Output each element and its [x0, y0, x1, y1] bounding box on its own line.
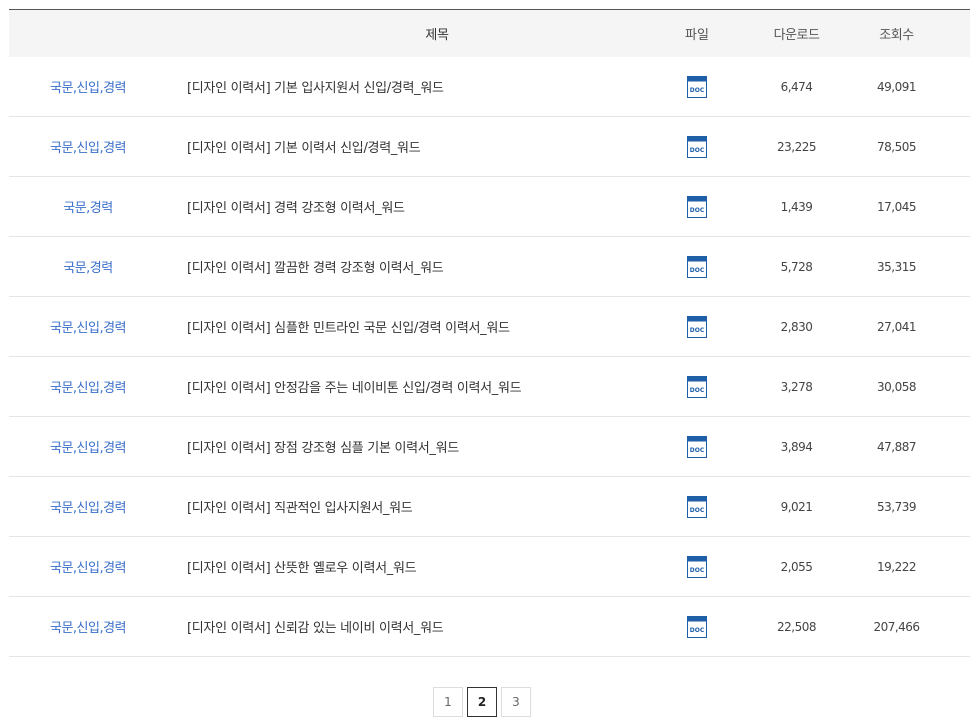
doc-file-icon[interactable]: DOC	[687, 495, 707, 518]
category-link[interactable]: 국문,신입,경력	[9, 437, 167, 456]
svg-text:DOC: DOC	[690, 507, 705, 514]
file-cell: DOC	[657, 315, 737, 338]
table-row: 국문,신입,경력 [디자인 이력서] 직관적인 입사지원서_워드 DOC 9,021 5…	[9, 477, 970, 537]
header-file: 파일	[685, 28, 709, 43]
page-button-3[interactable]: 3	[501, 687, 531, 717]
view-count: 78,505	[877, 139, 917, 154]
file-cell: DOC	[657, 255, 737, 278]
category-link[interactable]: 국문,신입,경력	[9, 317, 167, 336]
header-downloads: 다운로드	[773, 28, 820, 43]
table-body: 국문,신입,경력 [디자인 이력서] 기본 입사지원서 신입/경력_워드 DOC 6,…	[9, 57, 970, 657]
file-cell: DOC	[657, 135, 737, 158]
download-count: 23,225	[777, 139, 817, 154]
table-row: 국문,신입,경력 [디자인 이력서] 장점 강조형 심플 기본 이력서_워드 DOC…	[9, 417, 970, 477]
file-cell: DOC	[657, 495, 737, 518]
resume-title-link[interactable]: [디자인 이력서] 직관적인 입사지원서_워드	[167, 497, 657, 516]
download-count: 22,508	[777, 619, 817, 634]
view-count: 47,887	[877, 439, 917, 454]
table-row: 국문,신입,경력 [디자인 이력서] 산뜻한 옐로우 이력서_워드 DOC 2,055…	[9, 537, 970, 597]
doc-file-icon[interactable]: DOC	[687, 615, 707, 638]
resume-title-link[interactable]: [디자인 이력서] 기본 이력서 신입/경력_워드	[167, 137, 657, 156]
svg-text:DOC: DOC	[690, 447, 705, 454]
category-link[interactable]: 국문,신입,경력	[9, 137, 167, 156]
resume-title-link[interactable]: [디자인 이력서] 신뢰감 있는 네이비 이력서_워드	[167, 617, 657, 636]
board-table: 제목 파일 다운로드 조회수 국문,신입,경력 [디자인 이력서] 기본 입사지원…	[9, 9, 970, 657]
resume-title-link[interactable]: [디자인 이력서] 기본 입사지원서 신입/경력_워드	[167, 77, 657, 96]
table-row: 국문,경력 [디자인 이력서] 경력 강조형 이력서_워드 DOC 1,439 17,0…	[9, 177, 970, 237]
doc-file-icon[interactable]: DOC	[687, 555, 707, 578]
svg-text:DOC: DOC	[690, 207, 705, 214]
svg-text:DOC: DOC	[690, 627, 705, 634]
page-button-2[interactable]: 2	[467, 687, 497, 717]
doc-file-icon[interactable]: DOC	[687, 195, 707, 218]
file-cell: DOC	[657, 75, 737, 98]
download-count: 3,278	[780, 379, 813, 394]
download-count: 5,728	[780, 259, 813, 274]
category-link[interactable]: 국문,신입,경력	[9, 377, 167, 396]
category-link[interactable]: 국문,경력	[9, 197, 167, 216]
category-link[interactable]: 국문,신입,경력	[9, 497, 167, 516]
view-count: 30,058	[877, 379, 917, 394]
file-cell: DOC	[657, 195, 737, 218]
header-title: 제목	[425, 28, 449, 43]
file-cell: DOC	[657, 615, 737, 638]
svg-text:DOC: DOC	[690, 147, 705, 154]
category-link[interactable]: 국문,신입,경력	[9, 617, 167, 636]
view-count: 19,222	[877, 559, 917, 574]
category-link[interactable]: 국문,경력	[9, 257, 167, 276]
table-row: 국문,경력 [디자인 이력서] 깔끔한 경력 강조형 이력서_워드 DOC 5,728…	[9, 237, 970, 297]
table-row: 국문,신입,경력 [디자인 이력서] 심플한 민트라인 국문 신입/경력 이력서_…	[9, 297, 970, 357]
view-count: 207,466	[873, 619, 920, 634]
table-header: 제목 파일 다운로드 조회수	[9, 10, 970, 57]
svg-text:DOC: DOC	[690, 387, 705, 394]
view-count: 35,315	[877, 259, 917, 274]
svg-text:DOC: DOC	[690, 87, 705, 94]
doc-file-icon[interactable]: DOC	[687, 315, 707, 338]
table-row: 국문,신입,경력 [디자인 이력서] 기본 이력서 신입/경력_워드 DOC 23,2…	[9, 117, 970, 177]
download-count: 2,055	[780, 559, 813, 574]
download-count: 1,439	[780, 199, 813, 214]
resume-title-link[interactable]: [디자인 이력서] 심플한 민트라인 국문 신입/경력 이력서_워드	[167, 317, 657, 336]
svg-text:DOC: DOC	[690, 267, 705, 274]
file-cell: DOC	[657, 435, 737, 458]
view-count: 27,041	[877, 319, 917, 334]
category-link[interactable]: 국문,신입,경력	[9, 77, 167, 96]
resume-template-list: 제목 파일 다운로드 조회수 국문,신입,경력 [디자인 이력서] 기본 입사지원…	[0, 0, 974, 720]
doc-file-icon[interactable]: DOC	[687, 435, 707, 458]
category-link[interactable]: 국문,신입,경력	[9, 557, 167, 576]
doc-file-icon[interactable]: DOC	[687, 255, 707, 278]
download-count: 6,474	[780, 79, 813, 94]
svg-text:DOC: DOC	[690, 567, 705, 574]
view-count: 49,091	[877, 79, 917, 94]
table-row: 국문,신입,경력 [디자인 이력서] 안정감을 주는 네이비톤 신입/경력 이력서…	[9, 357, 970, 417]
resume-title-link[interactable]: [디자인 이력서] 장점 강조형 심플 기본 이력서_워드	[167, 437, 657, 456]
file-cell: DOC	[657, 375, 737, 398]
resume-title-link[interactable]: [디자인 이력서] 경력 강조형 이력서_워드	[167, 197, 657, 216]
pagination: 123	[433, 687, 531, 717]
download-count: 9,021	[780, 499, 813, 514]
resume-title-link[interactable]: [디자인 이력서] 산뜻한 옐로우 이력서_워드	[167, 557, 657, 576]
file-cell: DOC	[657, 555, 737, 578]
table-row: 국문,신입,경력 [디자인 이력서] 신뢰감 있는 네이비 이력서_워드 DOC 22…	[9, 597, 970, 657]
doc-file-icon[interactable]: DOC	[687, 75, 707, 98]
header-views: 조회수	[879, 28, 914, 43]
download-count: 3,894	[780, 439, 813, 454]
svg-text:DOC: DOC	[690, 327, 705, 334]
page-button-1[interactable]: 1	[433, 687, 463, 717]
doc-file-icon[interactable]: DOC	[687, 375, 707, 398]
doc-file-icon[interactable]: DOC	[687, 135, 707, 158]
view-count: 53,739	[877, 499, 917, 514]
resume-title-link[interactable]: [디자인 이력서] 깔끔한 경력 강조형 이력서_워드	[167, 257, 657, 276]
resume-title-link[interactable]: [디자인 이력서] 안정감을 주는 네이비톤 신입/경력 이력서_워드	[167, 377, 657, 396]
table-row: 국문,신입,경력 [디자인 이력서] 기본 입사지원서 신입/경력_워드 DOC 6,…	[9, 57, 970, 117]
view-count: 17,045	[877, 199, 917, 214]
download-count: 2,830	[780, 319, 813, 334]
